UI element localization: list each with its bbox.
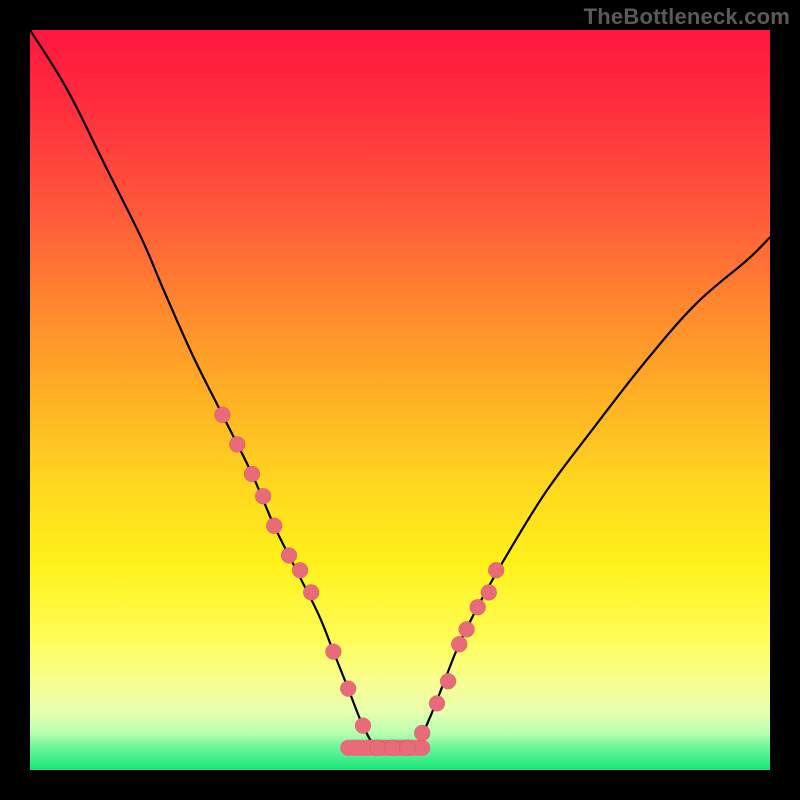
marker-dot [451,636,467,652]
marker-dot [399,740,415,756]
marker-dot [340,681,356,697]
marker-dot [370,740,386,756]
marker-dot [325,644,341,660]
marker-dot [214,407,230,423]
marker-dot [292,562,308,578]
marker-dot [470,599,486,615]
marker-dot [281,547,297,563]
marker-dot [266,518,282,534]
watermark-text: TheBottleneck.com [584,4,790,30]
bottleneck-curve [30,30,770,750]
marker-dot [488,562,504,578]
marker-dot [303,584,319,600]
marker-dot [429,695,445,711]
marker-dot [229,436,245,452]
marker-dot [355,718,371,734]
marker-dot [481,584,497,600]
marker-group [214,407,504,756]
marker-dot [244,466,260,482]
chart-frame: TheBottleneck.com [0,0,800,800]
plot-area [30,30,770,770]
marker-dot [414,725,430,741]
marker-dot [255,488,271,504]
marker-dot [385,740,401,756]
marker-dot [459,621,475,637]
marker-dot [440,673,456,689]
chart-svg [30,30,770,770]
